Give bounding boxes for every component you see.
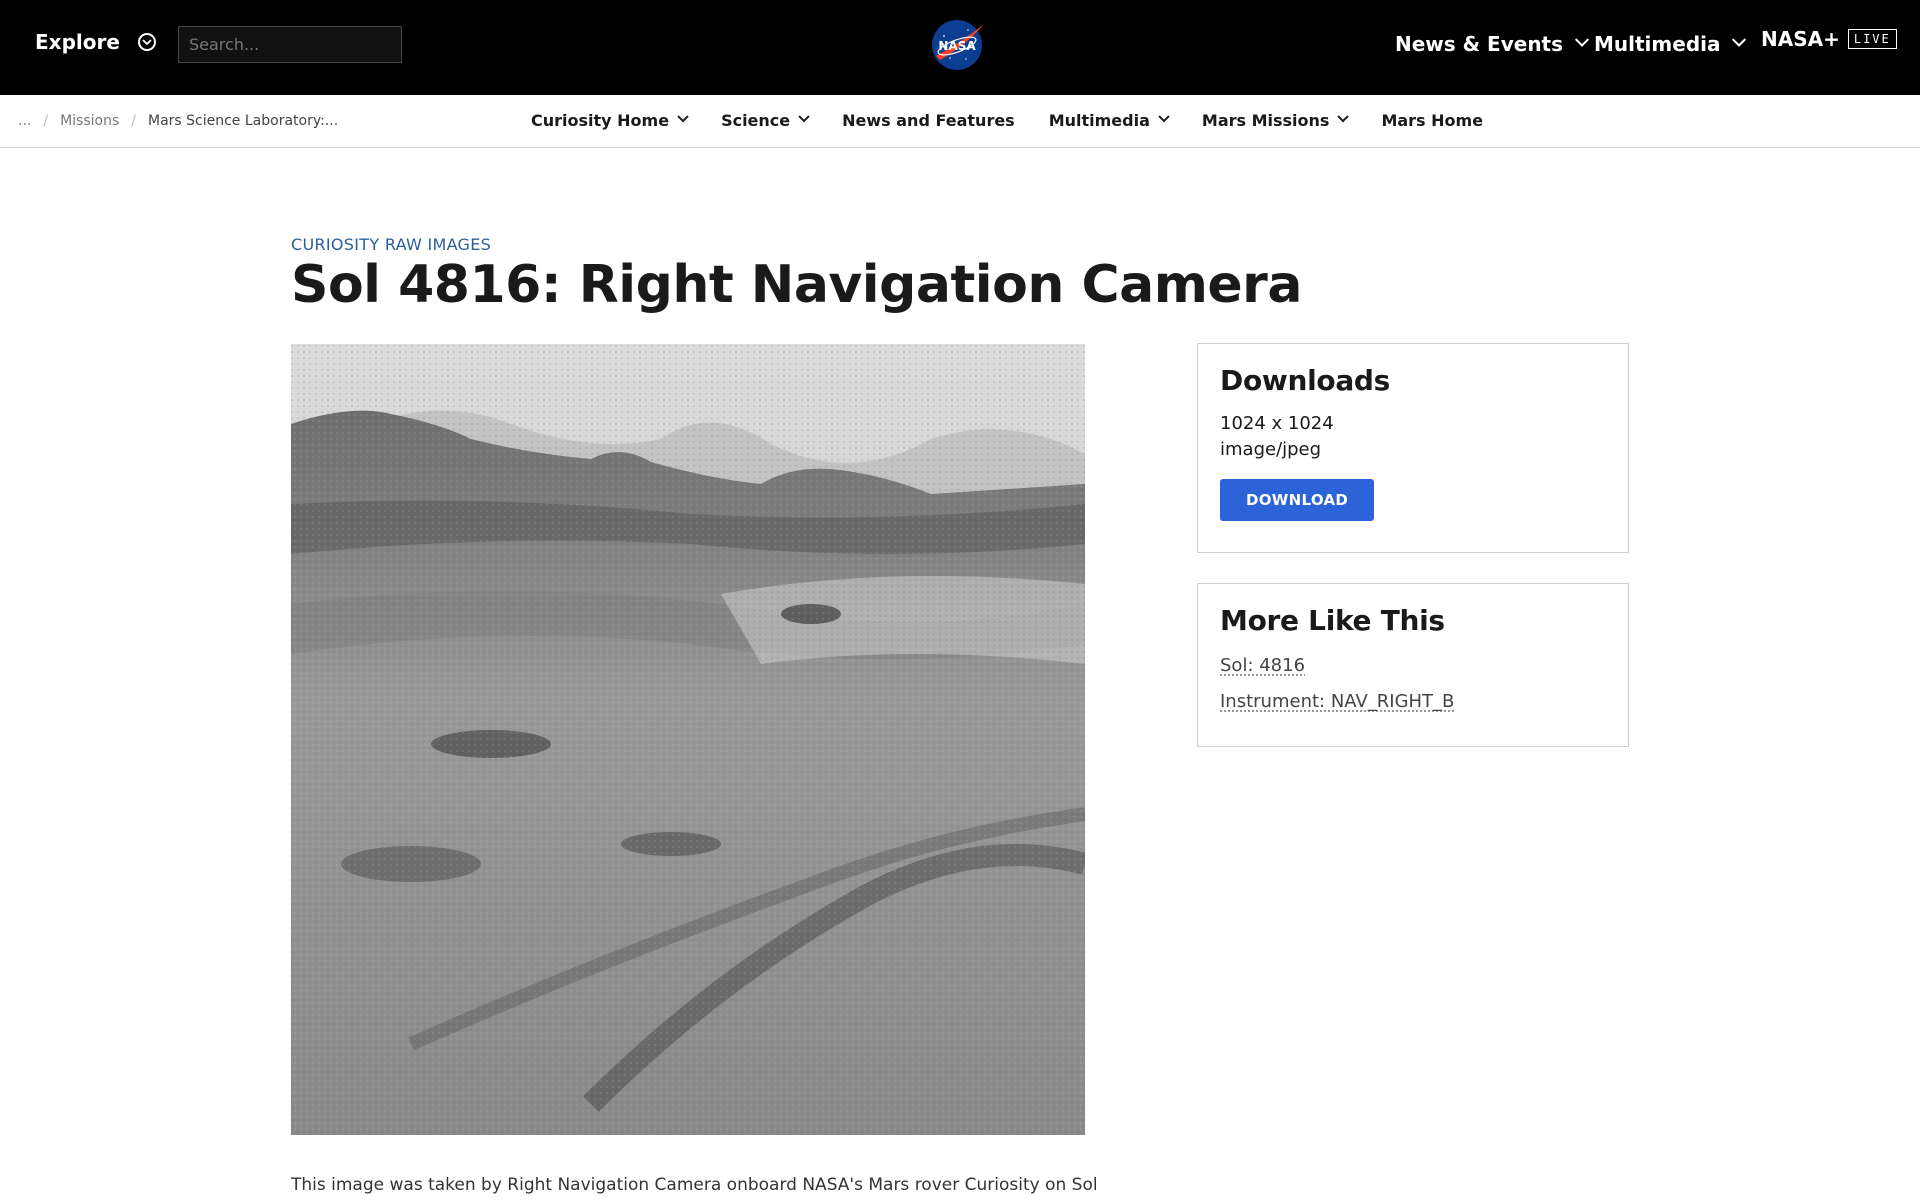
breadcrumb-ellipsis[interactable]: ... [18,113,31,129]
nav-multimedia[interactable]: Multimedia [1594,32,1747,56]
subnav-items: Curiosity Home Science News and Features… [531,110,1483,130]
more-like-this-card: More Like This Sol: 4816 Instrument: NAV… [1197,583,1629,747]
more-like-this-heading: More Like This [1220,604,1445,637]
image-caption: This image was taken by Right Navigation… [291,1175,1098,1195]
subnav-mars-home[interactable]: Mars Home [1381,111,1483,130]
downloads-heading: Downloads [1220,364,1391,397]
svg-text:NASA: NASA [938,39,976,53]
subnav-multimedia[interactable]: Multimedia [1048,110,1170,130]
chevron-down-icon [1337,110,1350,122]
article-eyebrow[interactable]: CURIOSITY RAW IMAGES [291,235,491,254]
subnav-label: Curiosity Home [531,111,670,130]
chevron-down-icon [1732,32,1747,47]
breadcrumb-missions[interactable]: Missions [60,113,119,129]
breadcrumb-current[interactable]: Mars Science Laboratory:... [148,113,338,129]
chevron-down-icon [1574,32,1590,47]
nasa-plus-label: NASA+ [1761,27,1840,51]
breadcrumb-separator: / [43,113,49,129]
subnav-label: Mars Missions [1201,111,1330,130]
subnav-label: News and Features [842,111,1015,130]
mission-subnav: ... / Missions / Mars Science Laboratory… [0,95,1920,148]
page-title: Sol 4816: Right Navigation Camera [291,255,1302,315]
nasa-logo[interactable]: NASA [930,18,986,72]
subnav-label: Multimedia [1048,111,1150,130]
chevron-down-circle-icon [137,33,156,51]
chevron-down-icon [1158,110,1170,122]
search-input[interactable] [178,26,402,63]
chevron-down-icon [677,110,689,122]
top-navigation-bar: Explore NASA News & Events Multimedia NA… [0,0,1920,95]
download-resolution: 1024 x 1024 [1220,413,1334,434]
download-mime: image/jpeg [1220,439,1322,460]
breadcrumb-separator: / [131,113,136,129]
explore-label: Explore [35,30,120,54]
related-instrument-link[interactable]: Instrument: NAV_RIGHT_B [1220,687,1606,717]
breadcrumb: ... / Missions / Mars Science Laboratory… [18,113,338,129]
subnav-mars-missions[interactable]: Mars Missions [1201,110,1350,130]
subnav-curiosity-home[interactable]: Curiosity Home [531,110,689,130]
explore-menu[interactable]: Explore [35,30,156,54]
subnav-label: Mars Home [1381,111,1484,130]
nasa-plus-link[interactable]: NASA+ LIVE [1761,27,1897,51]
related-sol-link[interactable]: Sol: 4816 [1220,651,1606,681]
live-badge: LIVE [1847,29,1897,49]
mars-navcam-image[interactable] [291,344,1085,1135]
nav-news-events-label: News & Events [1395,32,1564,56]
subnav-news-features[interactable]: News and Features [842,111,1015,130]
download-button[interactable]: DOWNLOAD [1220,479,1375,521]
subnav-science[interactable]: Science [721,110,810,130]
nav-multimedia-label: Multimedia [1594,32,1721,56]
downloads-card: Downloads 1024 x 1024 image/jpeg DOWNLOA… [1197,343,1629,553]
chevron-down-icon [798,110,810,122]
subnav-label: Science [721,111,791,130]
nav-news-events[interactable]: News & Events [1395,32,1590,56]
